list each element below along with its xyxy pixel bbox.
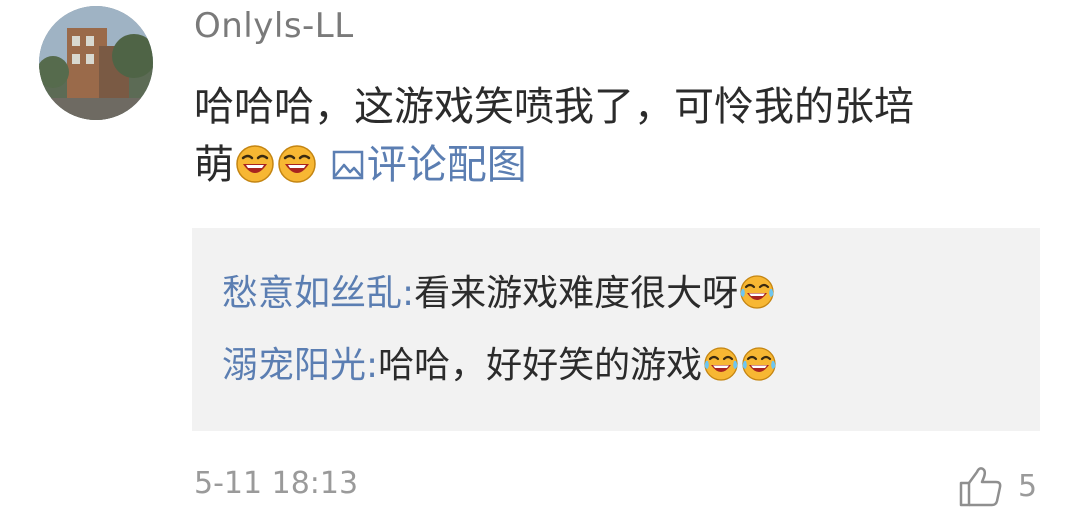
avatar[interactable]	[39, 6, 153, 120]
picture-icon	[331, 140, 365, 198]
comment-image-link-label: 评论配图	[366, 142, 527, 188]
like-count: 5	[1018, 468, 1038, 504]
laughing-face-icon	[235, 142, 275, 200]
avatar-image	[39, 6, 153, 120]
laughing-face-icon	[277, 142, 317, 200]
reply-item[interactable]: 溺宠阳光:哈哈，好好笑的游戏	[222, 336, 778, 391]
comment-card: Onlyls-LL 哈哈哈，这游戏笑喷我了，可怜我的张培 萌 评论配图 愁意如丝…	[0, 0, 1080, 513]
comment-text: 哈哈哈，这游戏笑喷我了，可怜我的张培 萌 评论配图	[194, 78, 1034, 200]
comment-image-link[interactable]: 评论配图	[331, 142, 527, 188]
username[interactable]: Onlyls-LL	[194, 6, 354, 46]
reply-list: 愁意如丝乱:看来游戏难度很大呀 溺宠阳光:哈哈，好好笑的游戏	[192, 228, 1040, 431]
like-button[interactable]: 5	[958, 462, 1037, 510]
reply-author[interactable]: 溺宠阳光	[222, 345, 366, 386]
tears-of-joy-icon	[739, 274, 775, 319]
reply-author[interactable]: 愁意如丝乱	[222, 273, 402, 314]
tears-of-joy-icon	[703, 346, 739, 391]
comment-text-line1: 哈哈哈，这游戏笑喷我了，可怜我的张培	[194, 84, 914, 130]
tears-of-joy-icon	[741, 346, 777, 391]
comment-text-line2: 萌	[194, 142, 234, 188]
reply-item[interactable]: 愁意如丝乱:看来游戏难度很大呀	[222, 264, 776, 319]
reply-text: 看来游戏难度很大呀	[414, 273, 739, 314]
reply-text: 哈哈，好好笑的游戏	[378, 345, 703, 386]
reply-separator: :	[402, 273, 415, 314]
reply-separator: :	[366, 345, 379, 386]
comment-timestamp: 5-11 18:13	[194, 466, 359, 501]
thumbs-up-icon	[958, 463, 1004, 509]
